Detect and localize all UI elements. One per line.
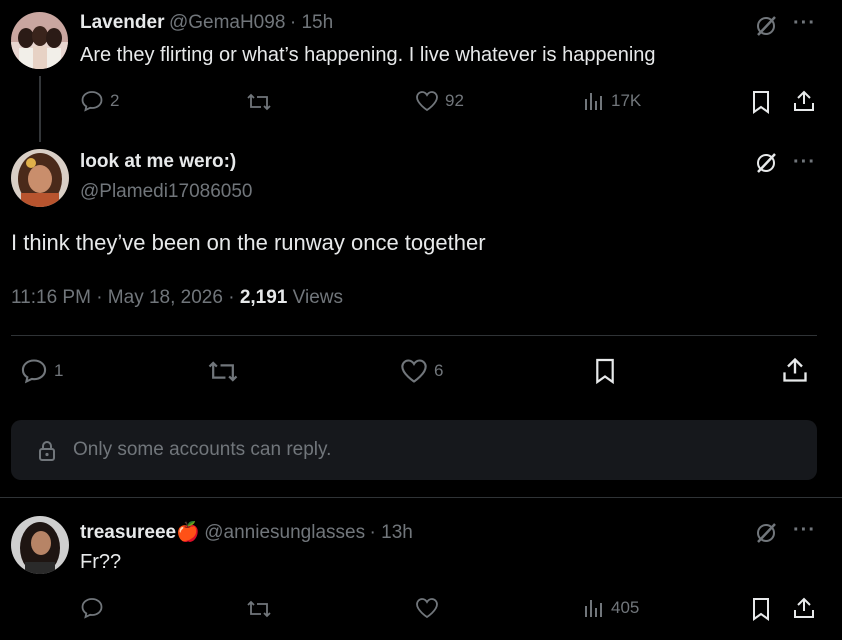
user-handle[interactable]: @anniesunglasses (204, 522, 365, 543)
views-count: 17K (611, 91, 642, 110)
views-count: 2,191 (239, 287, 288, 308)
like-icon (416, 598, 438, 619)
retweet-button[interactable] (246, 598, 272, 620)
reply-button[interactable] (80, 597, 104, 619)
share-icon (783, 357, 807, 382)
display-name[interactable]: Lavender (80, 12, 164, 33)
reply-button[interactable]: 2 (80, 90, 119, 112)
reply-count: 2 (110, 91, 120, 110)
reply-count: 1 (54, 361, 64, 380)
tweet-header: treasureee🍎 @anniesunglasses · 13h (80, 520, 413, 544)
divider (0, 497, 842, 498)
tweet-text: I think they’ve been on the runway once … (11, 230, 486, 255)
tweet-time[interactable]: · 15h (290, 12, 333, 33)
thread-line (39, 76, 41, 142)
like-count: 92 (445, 91, 464, 110)
user-handle[interactable]: @GemaH098 (169, 12, 285, 33)
user-handle[interactable]: @Plamedi17086050 (80, 181, 252, 203)
avatar[interactable] (11, 149, 69, 207)
avatar[interactable] (11, 516, 69, 574)
reply-restriction-banner: Only some accounts can reply. (11, 420, 817, 480)
grok-icon[interactable] (754, 521, 778, 550)
retweet-icon (247, 600, 271, 618)
grok-icon[interactable] (754, 151, 778, 180)
reply-button[interactable]: 1 (20, 358, 63, 384)
share-icon (794, 597, 814, 618)
reply-icon (21, 359, 47, 384)
grok-icon[interactable] (754, 14, 778, 43)
bookmark-button[interactable] (594, 357, 616, 385)
retweet-icon (208, 361, 238, 382)
tweet-timestamp[interactable]: 11:16 PM · May 18, 2026 · (11, 287, 240, 308)
views-button[interactable]: 17K (583, 90, 641, 112)
avatar[interactable] (11, 12, 68, 69)
views-icon (585, 600, 602, 617)
tweet-time[interactable]: · 13h (370, 522, 413, 543)
tweet-text: Are they flirting or what’s happening. I… (80, 44, 656, 66)
display-name[interactable]: treasureee (80, 522, 176, 543)
retweet-button[interactable] (207, 358, 239, 385)
reply-icon (81, 91, 103, 112)
more-icon[interactable]: ··· (793, 151, 816, 174)
apple-emoji: 🍎 (176, 522, 200, 543)
like-button[interactable]: 6 (400, 358, 443, 384)
share-button[interactable] (781, 356, 809, 384)
like-button[interactable]: 92 (415, 90, 464, 112)
retweet-icon (247, 93, 271, 111)
reply-restriction-text: Only some accounts can reply. (73, 439, 332, 460)
share-icon (794, 90, 814, 111)
more-icon[interactable]: ··· (793, 12, 816, 35)
divider (11, 335, 817, 336)
like-icon (401, 359, 427, 383)
retweet-button[interactable] (246, 91, 272, 113)
bookmark-icon (753, 91, 769, 114)
divider (0, 408, 842, 409)
tweet-meta: 11:16 PM · May 18, 2026 · 2,191 Views (11, 287, 343, 309)
bookmark-button[interactable] (751, 90, 771, 114)
bookmark-icon (596, 358, 614, 385)
lock-icon (39, 441, 55, 461)
views-icon (585, 93, 602, 110)
tweet-text: Fr?? (80, 551, 122, 573)
reply-icon (81, 598, 103, 619)
views-label: Views (287, 287, 343, 308)
views-button[interactable]: 405 (583, 597, 639, 619)
more-icon[interactable]: ··· (793, 519, 816, 542)
tweet-header: Lavender @GemaH098 · 15h (80, 12, 333, 34)
bookmark-icon (753, 598, 769, 621)
display-name[interactable]: look at me wero:) (80, 151, 236, 173)
like-icon (416, 91, 438, 112)
bookmark-button[interactable] (751, 597, 771, 621)
like-count: 6 (434, 361, 444, 380)
like-button[interactable] (415, 597, 439, 619)
share-button[interactable] (792, 596, 816, 620)
share-button[interactable] (792, 89, 816, 113)
views-count: 405 (611, 598, 640, 617)
